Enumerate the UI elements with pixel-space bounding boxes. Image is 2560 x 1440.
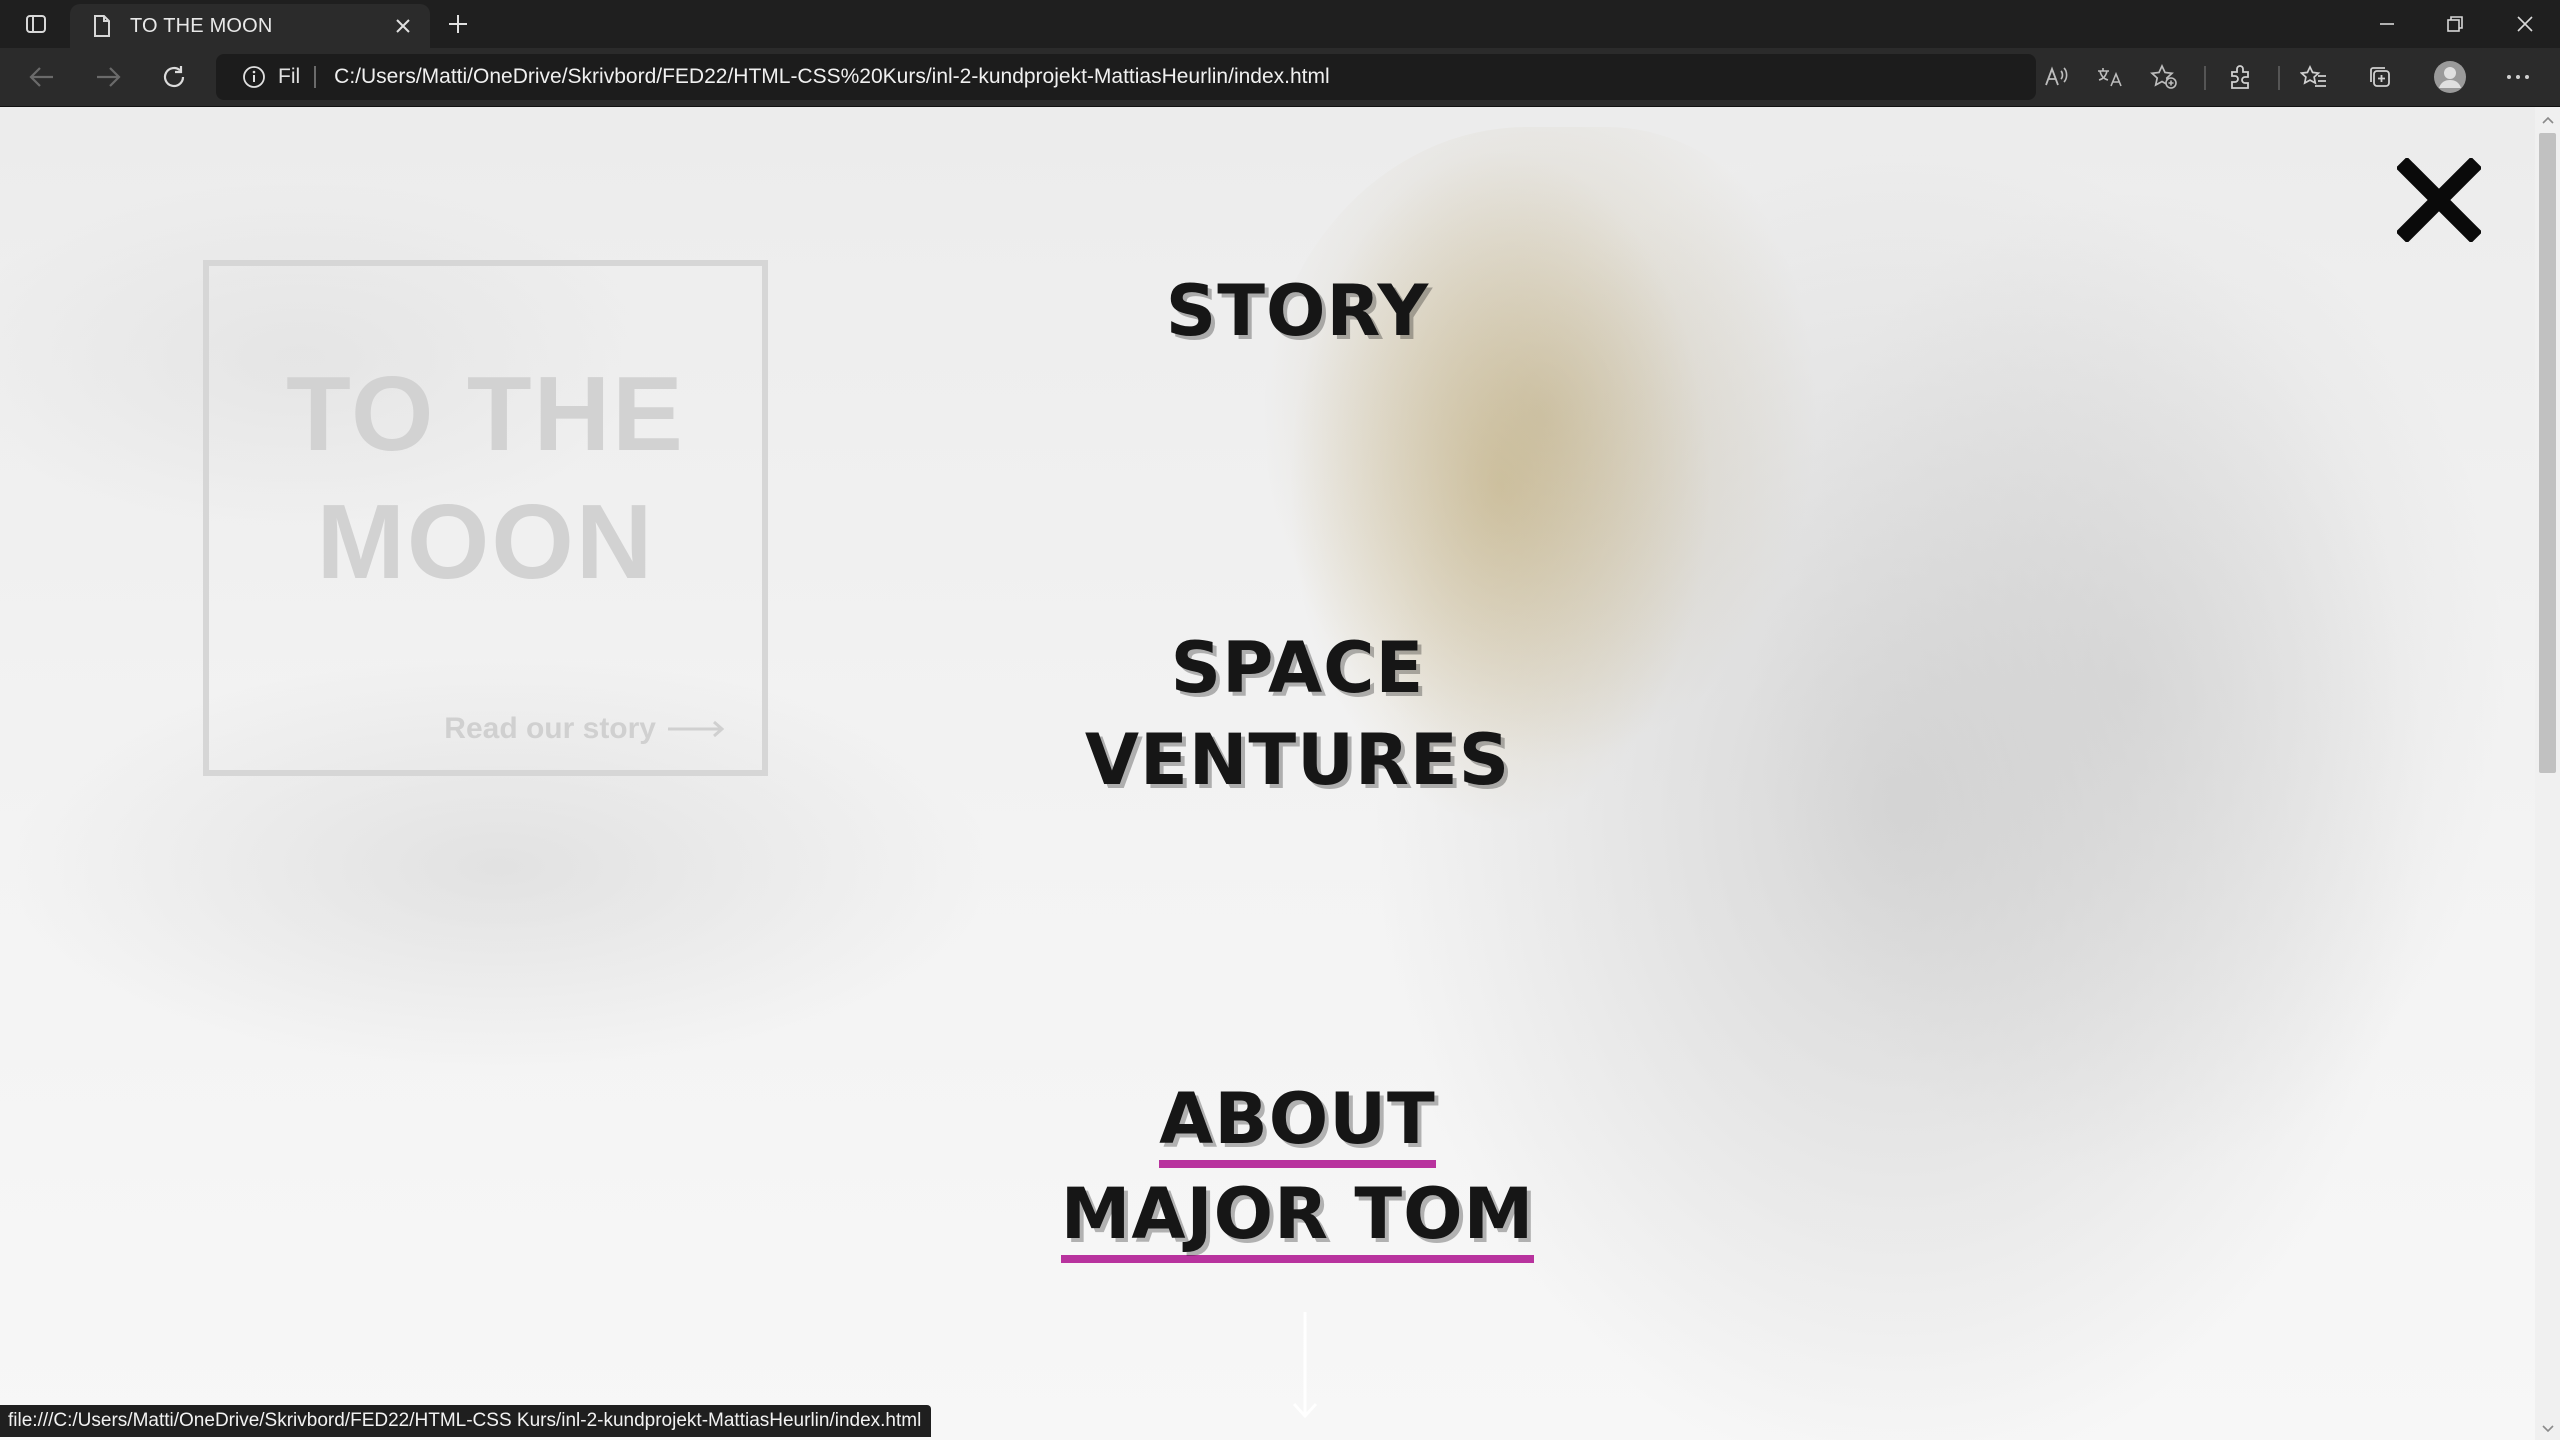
tab-actions-icon[interactable] [14,8,58,40]
nav-story[interactable]: STORY [0,265,2535,357]
toolbar-divider [2204,66,2206,90]
more-icon[interactable] [2498,60,2538,94]
logo-title-line1: TO THE [286,355,685,473]
translate-icon[interactable] [2090,60,2130,94]
nav-about-line2: MAJOR TOM [1060,1173,1535,1263]
nav-space-ventures-line1: SPACE [1170,627,1425,709]
scrollbar-thumb[interactable] [2539,133,2556,773]
close-menu-icon[interactable] [2394,155,2484,245]
nav-space-ventures[interactable]: SPACE VENTURES [0,622,2535,806]
scroll-up-icon[interactable] [2535,113,2560,127]
page-viewport: TO THE MOON Read our story STORY SPACE V… [0,107,2535,1440]
window-close-icon[interactable] [2490,0,2560,48]
info-icon[interactable] [240,63,268,91]
url-text[interactable]: C:/Users/Matti/OneDrive/Skrivbord/FED22/… [334,65,1329,89]
back-icon[interactable] [22,60,62,94]
logo-title: TO THE MOON [209,350,762,606]
read-aloud-icon[interactable] [2036,60,2076,94]
tab-title: TO THE MOON [130,14,273,37]
page-scrollbar[interactable] [2535,107,2560,1440]
close-tab-icon[interactable] [386,9,420,43]
favorites-icon[interactable] [2294,60,2334,94]
scheme-label: Fil [278,65,301,88]
status-bar-url: file:///C:/Users/Matti/OneDrive/Skrivbor… [0,1405,932,1437]
page-icon [88,12,116,40]
add-favorite-icon[interactable] [2144,60,2184,94]
scroll-down-arrow-icon[interactable] [1290,1312,1320,1422]
extensions-icon[interactable] [2220,60,2260,94]
nav-story-label: STORY [1165,270,1430,352]
logo-title-line2: MOON [316,483,655,601]
address-separator [314,66,317,88]
forward-icon[interactable] [88,60,128,94]
tab-strip: TO THE MOON [0,0,2560,48]
restore-icon[interactable] [2420,0,2490,48]
scroll-down-icon[interactable] [2535,1422,2560,1436]
nav-space-ventures-line2: VENTURES [1084,719,1511,801]
new-tab-icon[interactable] [440,8,476,40]
address-toolbar: Fil C:/Users/Matti/OneDrive/Skrivbord/FE… [0,48,2560,107]
nav-about-line1: ABOUT [1159,1078,1436,1168]
profile-icon[interactable] [2430,60,2470,94]
collections-icon[interactable] [2360,60,2400,94]
browser-tab[interactable]: TO THE MOON [70,4,430,48]
address-bar[interactable]: Fil C:/Users/Matti/OneDrive/Skrivbord/FE… [216,54,2036,100]
toolbar-divider [2278,66,2280,90]
refresh-icon[interactable] [154,60,194,94]
nav-about-major-tom[interactable]: ABOUT MAJOR TOM [0,1073,2535,1263]
minimize-icon[interactable] [2352,0,2422,48]
